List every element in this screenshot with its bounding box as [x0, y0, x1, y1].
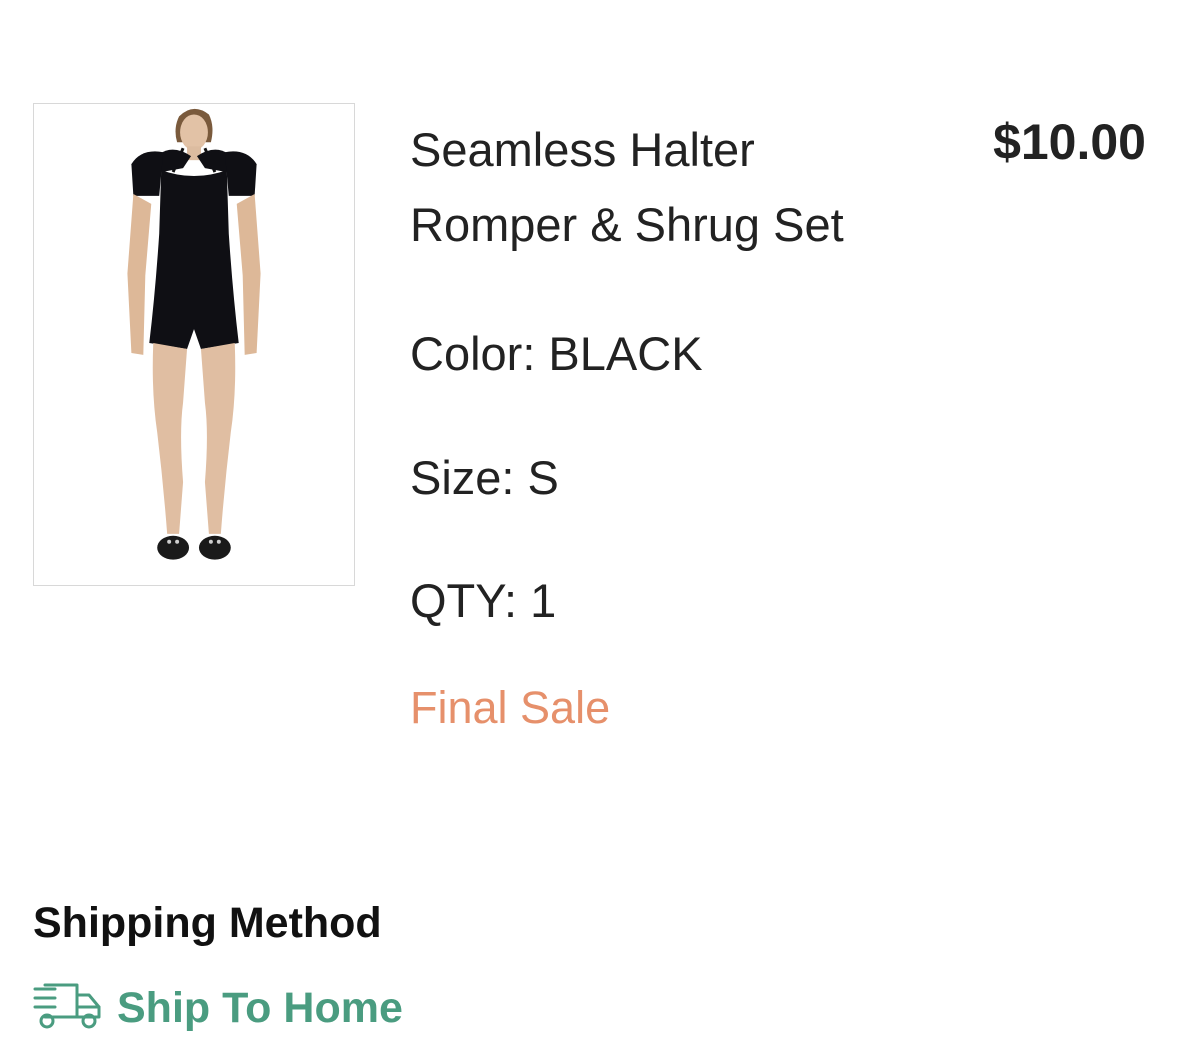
product-image[interactable] — [33, 103, 355, 586]
product-color: Color: BLACK — [410, 327, 703, 380]
ship-to-home-label: Ship To Home — [117, 984, 403, 1032]
final-sale-label: Final Sale — [410, 682, 611, 733]
product-quantity: QTY: 1 — [410, 574, 557, 627]
product-price: $10.00 — [993, 114, 1146, 170]
shipping-method-heading: Shipping Method — [33, 899, 382, 947]
ship-to-home-option[interactable]: Ship To Home — [33, 980, 403, 1036]
product-title-line-1: Seamless Halter — [410, 123, 755, 176]
truck-icon — [33, 983, 103, 1033]
product-title-line-2: Romper & Shrug Set — [410, 198, 844, 251]
model-figure — [34, 104, 354, 585]
product-title[interactable]: Seamless Halter Romper & Shrug Set — [410, 112, 930, 262]
product-size: Size: S — [410, 451, 559, 504]
